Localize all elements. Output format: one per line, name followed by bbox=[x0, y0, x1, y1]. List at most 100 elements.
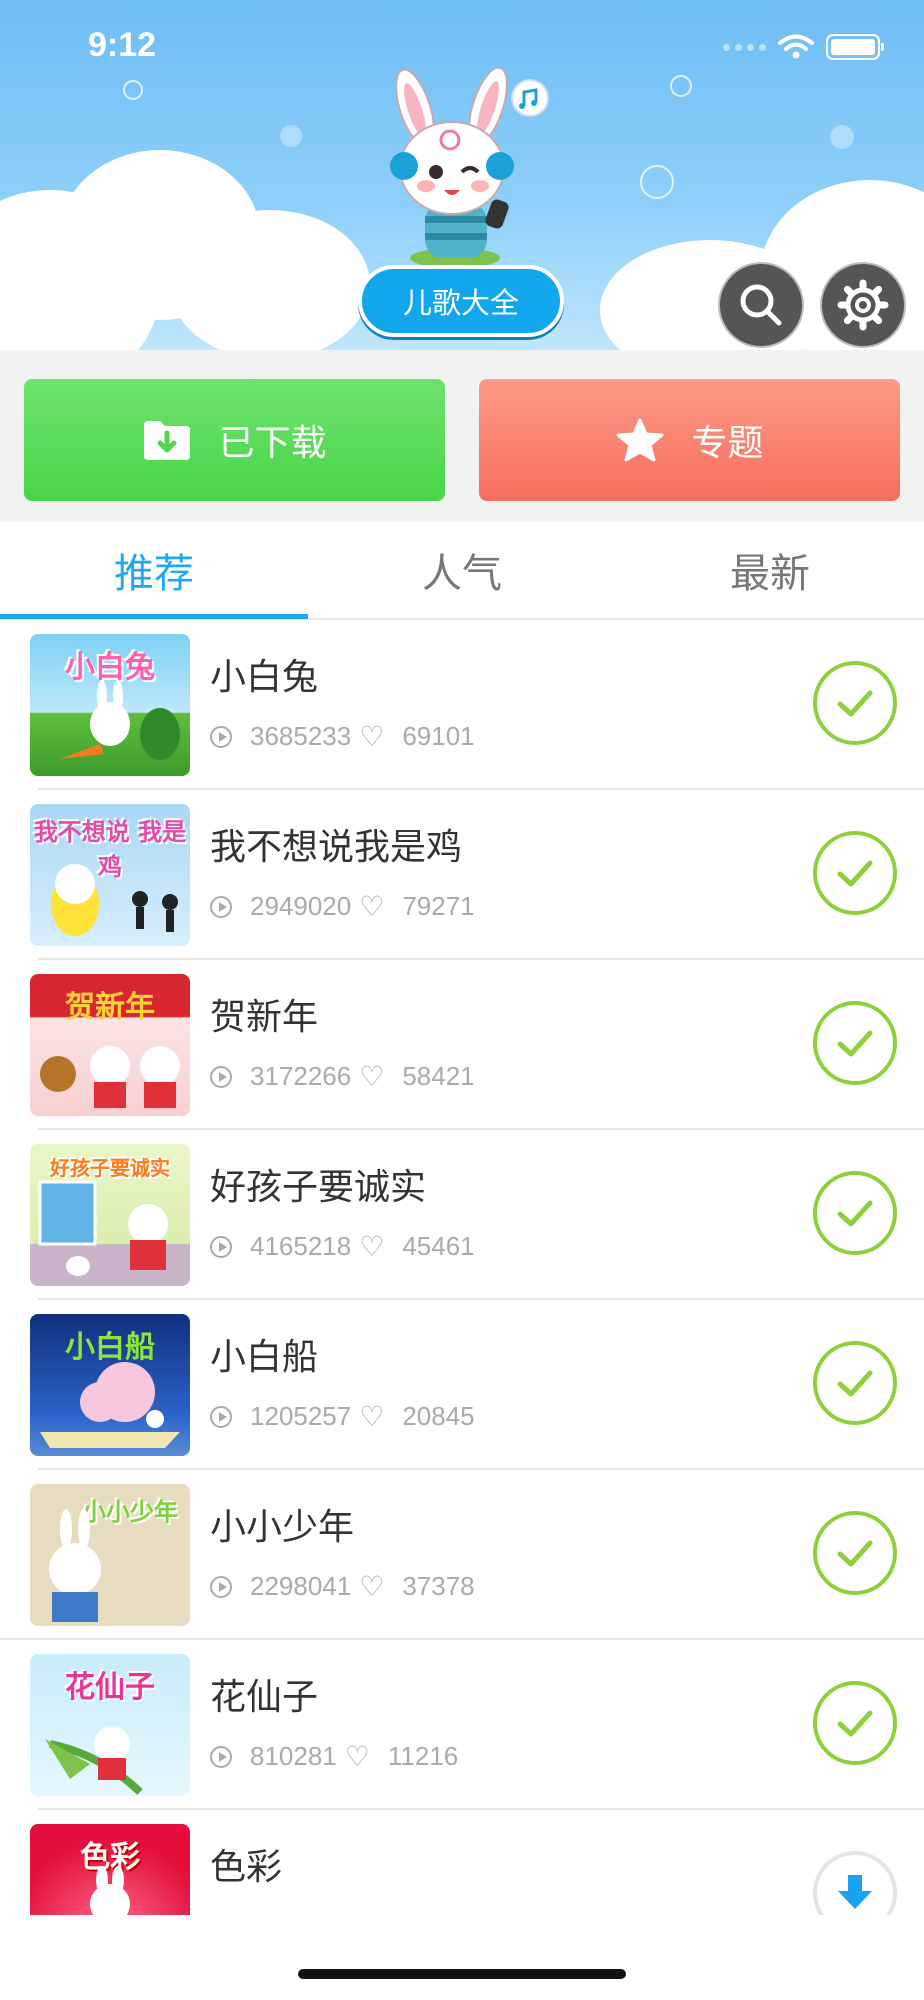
topics-label: 专题 bbox=[691, 423, 764, 464]
play-count-icon bbox=[210, 1235, 232, 1258]
rabbit-mascot-icon bbox=[390, 68, 549, 268]
downloaded-check-button[interactable] bbox=[813, 1171, 897, 1255]
heart-icon: ♡ bbox=[359, 891, 385, 922]
song-stats: 810281 ♡ 11216 bbox=[210, 1740, 458, 1773]
tab-popular[interactable]: 人气 bbox=[308, 522, 616, 618]
song-stats: 2298041 ♡ 37378 bbox=[210, 1570, 475, 1603]
song-stats: 2949020 ♡ 79271 bbox=[210, 890, 475, 923]
downloaded-check-button[interactable] bbox=[813, 661, 897, 745]
app-title: 儿歌大全 bbox=[402, 286, 519, 320]
status-indicators bbox=[723, 34, 884, 60]
downloaded-check-button[interactable] bbox=[813, 1681, 897, 1765]
play-count: 810281 bbox=[250, 1741, 337, 1771]
song-stats: 4165218 ♡ 45461 bbox=[210, 1230, 475, 1263]
topics-button[interactable]: 专题 bbox=[479, 379, 900, 501]
play-count: 3172266 bbox=[250, 1061, 352, 1091]
list-item[interactable]: 花仙子 花仙子 810281 ♡ 11216 bbox=[0, 1640, 924, 1810]
song-title: 色彩 bbox=[210, 1847, 283, 1888]
song-list[interactable]: 小白兔 小白兔 3685233 ♡ 69101 我不想说 我是鸡 我不想说我是鸡… bbox=[0, 620, 924, 1915]
song-title: 小小少年 bbox=[210, 1507, 355, 1548]
list-item[interactable]: 小白船 小白船 1205257 ♡ 20845 bbox=[0, 1300, 924, 1470]
list-item[interactable]: 贺新年 贺新年 3172266 ♡ 58421 bbox=[0, 960, 924, 1130]
battery-icon bbox=[826, 34, 884, 60]
bubble-decoration bbox=[280, 125, 302, 147]
settings-button[interactable] bbox=[820, 262, 906, 348]
cloud-decoration bbox=[170, 210, 370, 350]
song-title: 我不想说我是鸡 bbox=[210, 827, 463, 868]
download-folder-icon bbox=[144, 421, 191, 460]
list-item[interactable]: 小白兔 小白兔 3685233 ♡ 69101 bbox=[0, 620, 924, 790]
bubble-decoration bbox=[123, 80, 143, 100]
heart-icon: ♡ bbox=[359, 1401, 385, 1432]
song-thumbnail: 花仙子 bbox=[30, 1654, 190, 1796]
heart-icon: ♡ bbox=[359, 721, 385, 752]
song-thumbnail: 我不想说 我是鸡 bbox=[30, 804, 190, 946]
tab-latest[interactable]: 最新 bbox=[616, 522, 924, 618]
downloaded-check-button[interactable] bbox=[813, 1341, 897, 1425]
search-button[interactable] bbox=[718, 262, 804, 348]
bubble-decoration bbox=[830, 125, 854, 149]
status-time: 9:12 bbox=[88, 26, 157, 64]
downloaded-check-button[interactable] bbox=[813, 831, 897, 915]
song-stats: 3172266 ♡ 58421 bbox=[210, 1060, 475, 1093]
app-title-badge: 儿歌大全 bbox=[358, 265, 564, 337]
check-icon bbox=[837, 690, 873, 717]
check-icon bbox=[837, 1030, 873, 1057]
play-count-icon bbox=[210, 1575, 232, 1598]
play-count-icon bbox=[210, 1065, 232, 1088]
star-icon bbox=[616, 418, 664, 462]
song-title: 小白兔 bbox=[210, 657, 319, 698]
heart-icon: ♡ bbox=[344, 1741, 370, 1772]
shortcut-tiles: 已下载 专题 bbox=[0, 350, 924, 522]
song-stats: 1205257 ♡ 20845 bbox=[210, 1400, 475, 1433]
search-icon bbox=[740, 284, 782, 326]
download-button[interactable] bbox=[813, 1851, 897, 1915]
downloaded-button[interactable]: 已下载 bbox=[24, 379, 445, 501]
downloaded-check-button[interactable] bbox=[813, 1511, 897, 1595]
home-indicator bbox=[298, 1969, 626, 1979]
check-icon bbox=[837, 1710, 873, 1737]
song-thumbnail: 色彩 bbox=[30, 1824, 190, 1915]
song-thumbnail: 小小少年 bbox=[30, 1484, 190, 1626]
song-title: 好孩子要诚实 bbox=[210, 1167, 427, 1208]
song-title: 小白船 bbox=[210, 1337, 319, 1378]
download-arrow-icon bbox=[838, 1875, 872, 1909]
like-count: 11216 bbox=[387, 1741, 459, 1771]
play-count-icon bbox=[210, 725, 232, 748]
check-icon bbox=[837, 1200, 873, 1227]
bubble-decoration bbox=[670, 75, 692, 97]
like-count: 20845 bbox=[402, 1401, 475, 1431]
song-thumbnail: 好孩子要诚实 bbox=[30, 1144, 190, 1286]
heart-icon: ♡ bbox=[359, 1571, 385, 1602]
list-item[interactable]: 好孩子要诚实 好孩子要诚实 4165218 ♡ 45461 bbox=[0, 1130, 924, 1300]
play-count: 1205257 bbox=[250, 1401, 352, 1431]
wifi-icon bbox=[778, 34, 814, 59]
song-thumbnail: 贺新年 bbox=[30, 974, 190, 1116]
song-thumbnail: 小白兔 bbox=[30, 634, 190, 776]
check-icon bbox=[837, 1370, 873, 1397]
heart-icon: ♡ bbox=[359, 1061, 385, 1092]
header-banner: 9:12 儿歌大全 bbox=[0, 0, 924, 350]
play-count: 3685233 bbox=[250, 721, 352, 751]
list-item[interactable]: 小小少年 小小少年 2298041 ♡ 37378 bbox=[0, 1470, 924, 1640]
tab-recommended[interactable]: 推荐 bbox=[0, 522, 308, 618]
like-count: 37378 bbox=[402, 1571, 475, 1601]
song-title: 贺新年 bbox=[210, 997, 319, 1038]
like-count: 58421 bbox=[402, 1061, 475, 1091]
like-count: 69101 bbox=[402, 721, 475, 751]
gear-icon bbox=[837, 279, 889, 331]
song-stats: 3685233 ♡ 69101 bbox=[210, 720, 475, 753]
play-count: 2949020 bbox=[250, 891, 352, 921]
list-item[interactable]: 色彩 色彩 bbox=[0, 1810, 924, 1915]
category-tabs: 推荐 人气 最新 bbox=[0, 522, 924, 620]
song-thumbnail: 小白船 bbox=[30, 1314, 190, 1456]
bubble-decoration bbox=[850, 200, 874, 224]
play-count: 2298041 bbox=[250, 1571, 352, 1601]
play-count-icon bbox=[210, 895, 232, 918]
play-count-icon bbox=[210, 1745, 232, 1768]
downloaded-check-button[interactable] bbox=[813, 1001, 897, 1085]
bubble-decoration bbox=[640, 165, 674, 199]
list-item[interactable]: 我不想说 我是鸡 我不想说我是鸡 2949020 ♡ 79271 bbox=[0, 790, 924, 960]
heart-icon: ♡ bbox=[359, 1231, 385, 1262]
cellular-signal-icon bbox=[723, 43, 766, 51]
